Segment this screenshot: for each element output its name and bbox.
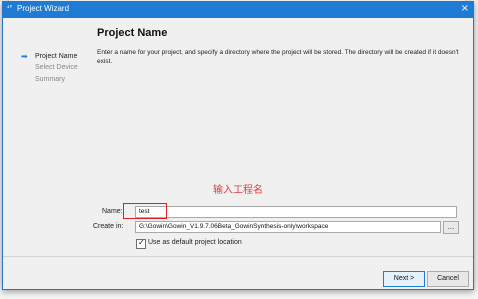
wizard-steps-sidebar: ➡ Project Name Select Device Summary bbox=[3, 18, 85, 228]
page-title: Project Name bbox=[97, 27, 168, 39]
project-wizard-dialog: ❛❜ Project Wizard × ➡ Project Name Selec… bbox=[2, 1, 474, 290]
window-title: Project Wizard bbox=[17, 4, 70, 13]
next-button[interactable]: Next > bbox=[383, 271, 425, 287]
step-project-name: Project Name bbox=[35, 53, 78, 60]
default-location-checkbox[interactable]: ✓ bbox=[136, 238, 146, 249]
create-in-label: Create in: bbox=[93, 223, 124, 230]
titlebar: ❛❜ Project Wizard × bbox=[3, 2, 473, 18]
app-icon: ❛❜ bbox=[7, 4, 13, 13]
close-button[interactable]: × bbox=[461, 3, 469, 14]
name-label: Name: bbox=[102, 208, 123, 215]
arrow-right-icon: ➡ bbox=[21, 52, 28, 61]
step-select-device: Select Device bbox=[35, 64, 78, 71]
project-name-input[interactable]: test bbox=[135, 206, 457, 218]
default-location-label: Use as default project location bbox=[148, 239, 242, 246]
step-summary: Summary bbox=[35, 76, 65, 83]
check-icon: ✓ bbox=[138, 238, 145, 247]
browse-button[interactable]: ... bbox=[443, 221, 459, 234]
footer-divider bbox=[3, 256, 473, 257]
create-in-input[interactable]: G:\Gowin\Gowin_V1.9.7.06Beta_GowinSynthe… bbox=[135, 221, 441, 233]
highlight-box bbox=[123, 203, 167, 219]
annotation-text: 输入工程名 bbox=[213, 185, 263, 196]
page-description: Enter a name for your project, and speci… bbox=[97, 49, 459, 65]
cancel-button[interactable]: Cancel bbox=[427, 271, 469, 287]
